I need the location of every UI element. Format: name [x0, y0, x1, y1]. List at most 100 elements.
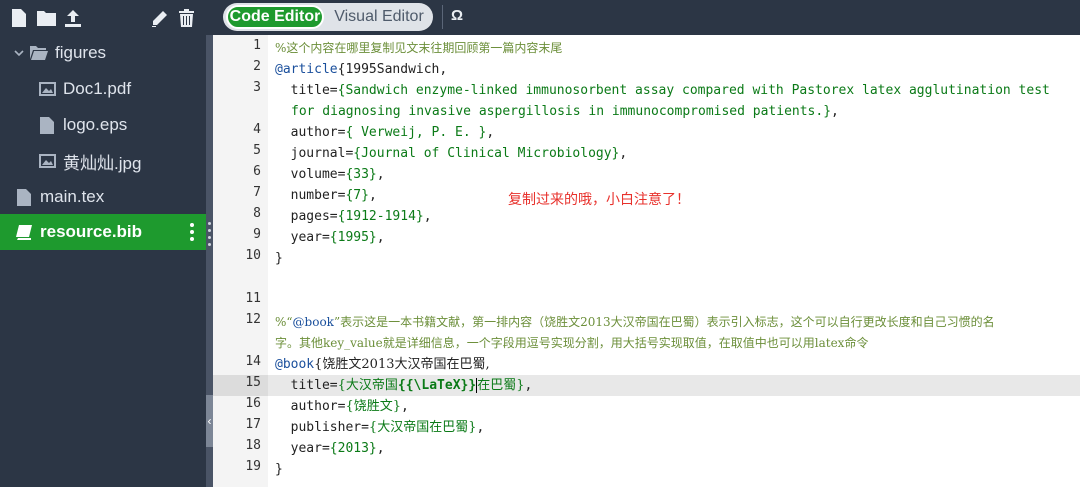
code-line: @book{饶胜文2013大汉帝国在巴蜀, [275, 354, 490, 375]
code-text: number= [275, 188, 346, 203]
code-line: year={1995}, [275, 227, 385, 248]
line-number: 5 [253, 143, 261, 158]
code-line: title={Sandwich enzyme-linked immunosorb… [275, 80, 1050, 101]
red-annotation-note: 复制过来的哦，小白注意了！ [508, 192, 690, 208]
code-text: , [486, 125, 495, 140]
code-value: {1995} [329, 230, 377, 245]
tree-folder-figures[interactable]: figures [0, 35, 206, 71]
code-text: , [423, 209, 432, 224]
code-value: {饶胜文} [345, 399, 401, 414]
code-text: , [401, 399, 409, 414]
new-folder-icon[interactable] [36, 8, 56, 28]
code-value: {2013} [329, 441, 377, 456]
more-options-icon[interactable] [190, 223, 194, 241]
code-text: , [831, 104, 839, 119]
file-tree-toolbar [0, 0, 212, 35]
code-keyword: @article [275, 62, 338, 77]
code-keyword: @book [292, 315, 334, 329]
file-icon [38, 116, 56, 134]
tree-item-label: logo.eps [63, 115, 128, 134]
tree-item-label: main.tex [40, 187, 105, 206]
line-number: 2 [253, 59, 261, 74]
code-text: volume= [275, 167, 346, 182]
upload-icon[interactable] [63, 8, 83, 28]
line-number: 9 [253, 227, 261, 242]
line-number: 14 [245, 354, 261, 369]
code-text: , [368, 188, 377, 203]
tree-item-label: resource.bib [40, 222, 143, 241]
code-text: pages= [275, 209, 338, 224]
line-number: 16 [245, 396, 261, 411]
resize-handle-icon[interactable] [207, 222, 212, 250]
code-value: {1912-1914} [337, 209, 424, 224]
code-text: , [619, 146, 628, 161]
tree-item-resource-bib[interactable]: resource.bib [0, 214, 206, 250]
image-icon [38, 80, 56, 98]
tree-item-label: 黄灿灿.jpg [63, 153, 142, 173]
pane-splitter[interactable]: ‹ [206, 35, 213, 487]
code-text: , [476, 420, 485, 435]
toolbar-divider [442, 5, 443, 29]
code-text: journal= [275, 146, 354, 161]
code-text: , [376, 167, 385, 182]
editor-mode-toggle: Code Editor Visual Editor [223, 3, 433, 31]
line-number: 1 [253, 38, 261, 53]
line-number: 19 [245, 459, 261, 474]
symbol-palette-button[interactable]: Ω [451, 7, 463, 24]
code-text: , [524, 378, 533, 393]
line-number: 8 [253, 206, 261, 221]
top-toolbar: Code Editor Visual Editor Ω [0, 0, 1080, 35]
code-line: volume={33}, [275, 164, 385, 185]
code-value: { Verweij, P. E. } [345, 125, 487, 140]
tree-item-doc1-pdf[interactable]: Doc1.pdf [0, 71, 206, 107]
code-line: pages={1912-1914}, [275, 206, 432, 227]
code-line: journal={Journal of Clinical Microbiolog… [275, 143, 628, 164]
line-number: 10 [245, 248, 261, 263]
code-value: {Journal of Clinical Microbiology} [353, 146, 620, 161]
code-text: {饶胜文2013大汉帝国在巴蜀, [314, 357, 490, 372]
code-text: title= [275, 378, 338, 393]
collapse-sidebar-button[interactable]: ‹ [206, 395, 213, 447]
code-line-wrap: 字。其他key_value就是详细信息，一个字段用逗号实现分割，用大括号实现取值… [275, 336, 869, 350]
code-value: {{\LaTeX}} [397, 378, 477, 393]
file-icon [15, 188, 33, 206]
code-line: author={饶胜文}, [275, 396, 409, 417]
code-line: number={7}, [275, 185, 377, 206]
code-line: %“@book”表示这是一本书籍文献，第一排内容（饶胜文2013大汉帝国在巴蜀）… [275, 312, 995, 333]
code-value: {7} [345, 188, 369, 203]
code-keyword: @book [275, 357, 315, 372]
code-value: 在巴蜀} [477, 378, 525, 393]
code-value: {Sandwich enzyme-linked immunosorbent as… [337, 83, 1050, 98]
line-number: 3 [253, 80, 261, 95]
tree-item-main-tex[interactable]: main.tex [0, 179, 206, 215]
code-line: %这个内容在哪里复制见文末往期回顾第一篇内容末尾 [275, 41, 563, 55]
line-number: 18 [245, 438, 261, 453]
tree-item-logo-eps[interactable]: logo.eps [0, 107, 206, 143]
code-value: for diagnosing invasive aspergillosis in… [291, 104, 832, 119]
code-text: author= [275, 125, 346, 140]
code-line: year={2013}, [275, 438, 385, 459]
code-line: title={大汉帝国{{\LaTeX}}在巴蜀}, [275, 375, 532, 396]
book-icon [15, 223, 33, 241]
line-number: 17 [245, 417, 261, 432]
code-text: {1995Sandwich, [337, 62, 448, 77]
code-text: author= [275, 399, 346, 414]
chevron-down-icon[interactable] [13, 47, 25, 59]
visual-editor-button[interactable]: Visual Editor [327, 5, 431, 29]
code-editor[interactable]: 1 2 3 4 5 6 7 8 9 10 11 12 14 15 16 17 1… [213, 35, 1080, 487]
code-line: } [275, 251, 283, 266]
file-tree: figures Doc1.pdf logo.eps 黄灿灿.jpg main.t… [0, 35, 206, 487]
tree-item-image-jpg[interactable]: 黄灿灿.jpg [0, 143, 206, 179]
code-text: publisher= [275, 420, 369, 435]
rename-icon[interactable] [149, 8, 169, 28]
new-file-icon[interactable] [9, 8, 29, 28]
code-text: , [376, 230, 385, 245]
delete-icon[interactable] [176, 8, 196, 28]
code-line: @article{1995Sandwich, [275, 59, 447, 80]
code-editor-button[interactable]: Code Editor [226, 5, 324, 29]
line-number: 12 [245, 312, 261, 327]
code-value: {大汉帝国 [337, 378, 398, 393]
code-text: , [376, 441, 385, 456]
code-line: publisher={大汉帝国在巴蜀}, [275, 417, 485, 438]
code-text: year= [275, 441, 330, 456]
